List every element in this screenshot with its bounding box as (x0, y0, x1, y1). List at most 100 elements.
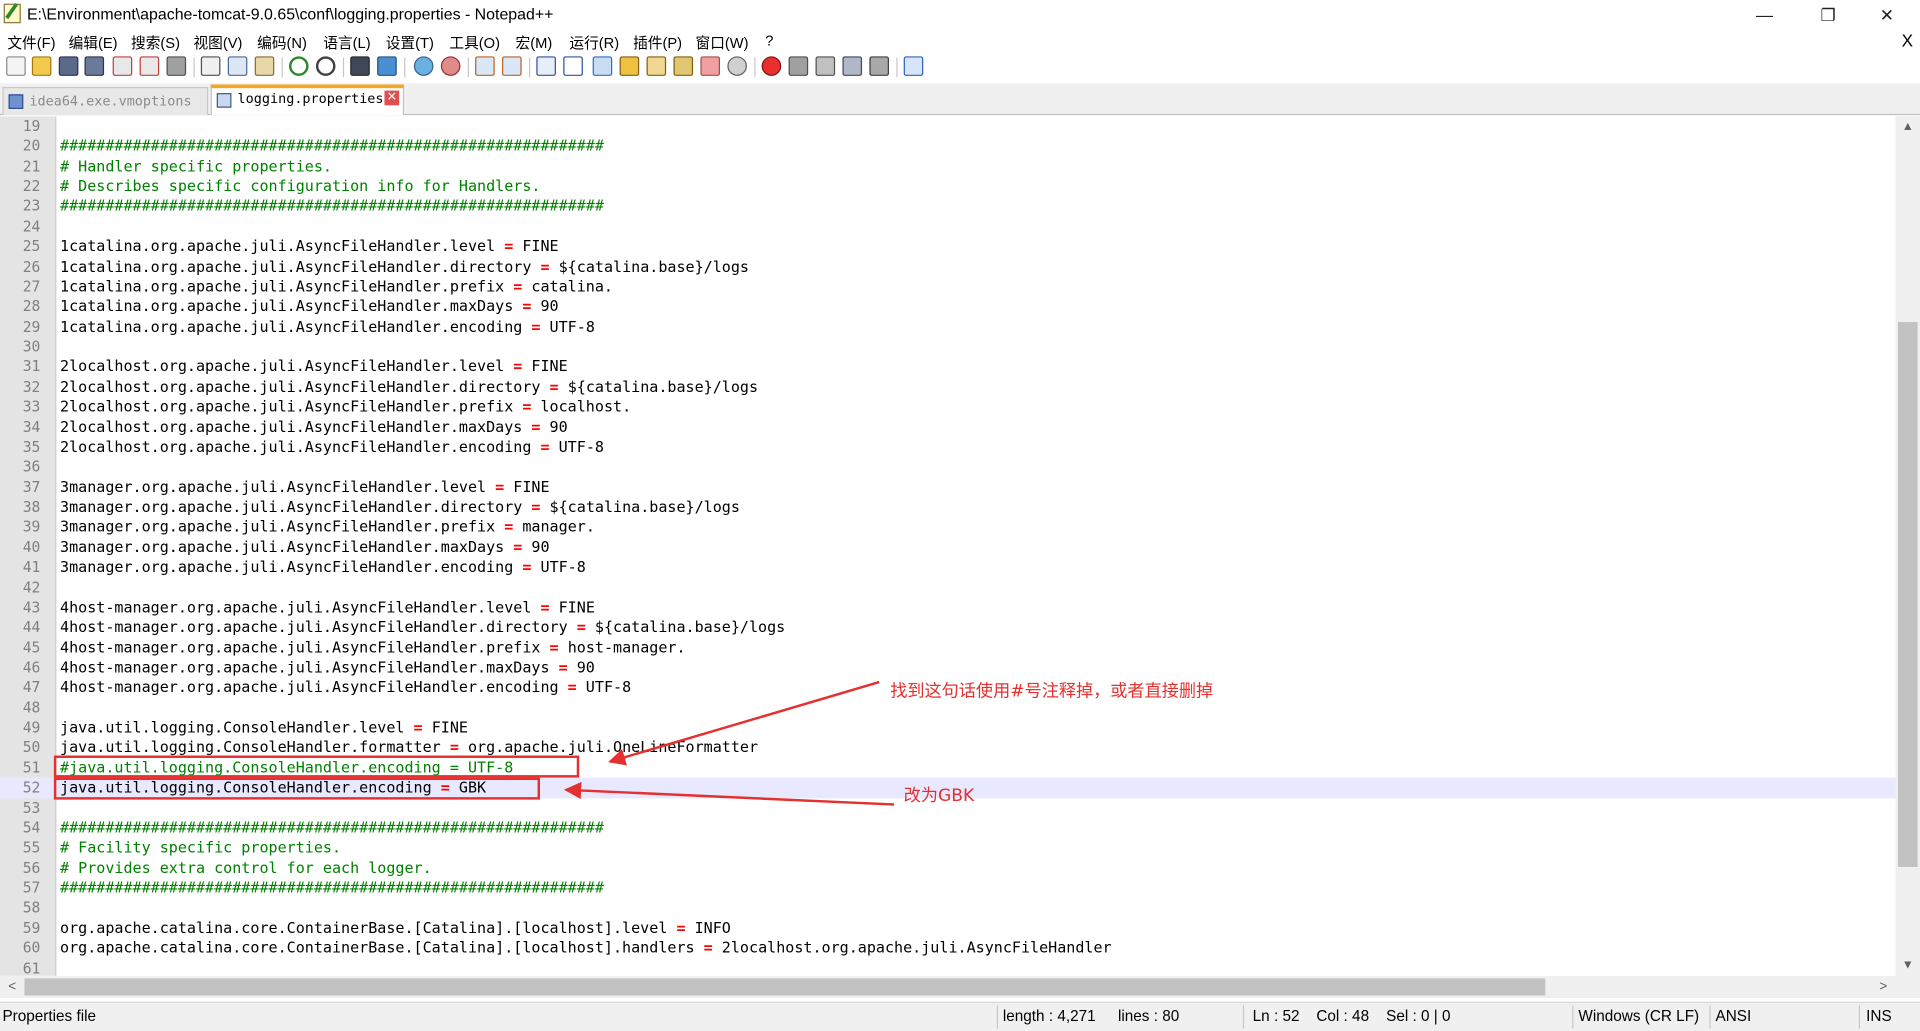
menu-window[interactable]: 窗口(W) (696, 32, 749, 53)
scroll-up-icon[interactable]: ▲ (1896, 116, 1920, 137)
menu-search[interactable]: 搜索(S) (131, 32, 180, 53)
tab-logging-properties[interactable]: logging.properties ✕ (210, 84, 405, 116)
code-line[interactable]: 24 (0, 217, 1896, 237)
menu-file[interactable]: 文件(F) (7, 32, 55, 53)
code-line[interactable]: 60 org.apache.catalina.core.ContainerBase… (0, 938, 1896, 958)
tab-close-icon[interactable]: ✕ (384, 90, 400, 106)
code-line[interactable]: 42 (0, 577, 1896, 597)
replace-icon[interactable] (377, 56, 397, 76)
menu-tools[interactable]: 工具(O) (449, 32, 500, 53)
horizontal-scroll-thumb[interactable] (24, 978, 1546, 996)
zoom-in-icon[interactable] (413, 56, 434, 76)
code-line[interactable]: 34 2localhost.org.apache.juli.AsyncFileHa… (0, 417, 1896, 437)
save-all-icon[interactable] (84, 56, 105, 76)
code-line[interactable]: 39 3manager.org.apache.juli.AsyncFileHand… (0, 517, 1896, 537)
copy-icon[interactable] (227, 56, 248, 76)
menu-plugins[interactable]: 插件(P) (633, 32, 682, 53)
code-line[interactable]: 46 4host-manager.org.apache.juli.AsyncFil… (0, 658, 1896, 678)
status-insert-mode[interactable]: INS (1866, 1008, 1892, 1025)
code-line[interactable]: 44 4host-manager.org.apache.juli.AsyncFil… (0, 617, 1896, 637)
menu-encoding[interactable]: 编码(N) (257, 32, 307, 53)
play-macro-icon[interactable] (815, 56, 836, 76)
close-window-button[interactable]: ✕ (1859, 0, 1915, 29)
code-line[interactable]: 45 4host-manager.org.apache.juli.AsyncFil… (0, 637, 1896, 657)
code-line[interactable]: 55 # Facility specific properties. (0, 838, 1896, 858)
sync-horizontal-icon[interactable] (502, 56, 522, 76)
scroll-left-icon[interactable]: < (2, 976, 22, 998)
code-line[interactable]: 35 2localhost.org.apache.juli.AsyncFileHa… (0, 437, 1896, 457)
code-line[interactable]: 23 ######################################… (0, 196, 1896, 216)
code-line[interactable]: 19 (0, 116, 1896, 136)
open-file-icon[interactable] (31, 56, 52, 76)
code-line[interactable]: 61 (0, 958, 1896, 975)
code-line[interactable]: 32 2localhost.org.apache.juli.AsyncFileHa… (0, 377, 1896, 397)
run-macro-multiple-icon[interactable] (842, 56, 863, 76)
code-line[interactable]: 21 # Handler specific properties. (0, 156, 1896, 176)
code-line[interactable]: 41 3manager.org.apache.juli.AsyncFileHand… (0, 557, 1896, 577)
print-icon[interactable] (166, 56, 187, 76)
function-list-icon[interactable] (673, 56, 694, 76)
indent-guide-icon[interactable] (592, 56, 613, 76)
document-map-icon[interactable] (646, 56, 667, 76)
menu-language[interactable]: 语言(L) (323, 32, 370, 53)
minimize-button[interactable]: — (1736, 0, 1792, 29)
code-line[interactable]: 25 1catalina.org.apache.juli.AsyncFileHan… (0, 237, 1896, 257)
scroll-down-icon[interactable]: ▼ (1896, 955, 1920, 976)
zoom-out-icon[interactable] (440, 56, 461, 76)
code-line[interactable]: 31 2localhost.org.apache.juli.AsyncFileHa… (0, 357, 1896, 377)
code-line[interactable]: 57 ######################################… (0, 878, 1896, 898)
find-icon[interactable] (350, 56, 370, 76)
code-line[interactable]: 54 ######################################… (0, 818, 1896, 838)
code-line[interactable]: 27 1catalina.org.apache.juli.AsyncFileHan… (0, 277, 1896, 297)
spell-check-icon[interactable] (903, 56, 924, 76)
stop-macro-icon[interactable] (788, 56, 809, 76)
menu-run[interactable]: 运行(R) (569, 32, 619, 53)
new-file-icon[interactable] (6, 56, 26, 76)
paste-icon[interactable] (254, 56, 275, 76)
menu-settings[interactable]: 设置(T) (386, 32, 434, 53)
monitoring-icon[interactable] (727, 56, 747, 76)
tab-idea64-vmoptions[interactable]: idea64.exe.vmoptions (2, 86, 209, 116)
menu-edit[interactable]: 编辑(E) (69, 32, 118, 53)
sync-vertical-icon[interactable] (475, 56, 495, 76)
code-line[interactable]: 36 (0, 457, 1896, 477)
folder-workspace-icon[interactable] (700, 56, 721, 76)
vertical-scroll-thumb[interactable] (1897, 322, 1918, 867)
code-line[interactable]: 30 (0, 337, 1896, 357)
close-document-button[interactable]: X (1902, 31, 1913, 51)
code-line[interactable]: 59 org.apache.catalina.core.ContainerBase… (0, 918, 1896, 938)
code-line[interactable]: 43 4host-manager.org.apache.juli.AsyncFil… (0, 597, 1896, 617)
code-line[interactable]: 22 # Describes specific configuration inf… (0, 176, 1896, 196)
vertical-scrollbar[interactable]: ▲ ▼ (1895, 116, 1920, 976)
word-wrap-icon[interactable] (536, 56, 556, 76)
record-macro-icon[interactable] (761, 56, 782, 76)
menu-view[interactable]: 视图(V) (193, 32, 242, 53)
code-line[interactable]: 58 (0, 898, 1896, 918)
show-all-characters-icon[interactable] (563, 56, 583, 76)
save-icon[interactable] (58, 56, 79, 76)
code-line[interactable]: 49 java.util.logging.ConsoleHandler.level… (0, 718, 1896, 738)
code-line[interactable]: 56 # Provides extra control for each logg… (0, 858, 1896, 878)
code-line[interactable]: 20 ######################################… (0, 136, 1896, 156)
redo-icon[interactable] (315, 56, 336, 76)
code-line[interactable]: 37 3manager.org.apache.juli.AsyncFileHand… (0, 477, 1896, 497)
maximize-button[interactable]: ❐ (1800, 0, 1856, 29)
code-editor[interactable]: 19 20 ####################################… (0, 116, 1896, 976)
scroll-right-icon[interactable]: > (1873, 976, 1893, 998)
close-all-icon[interactable] (139, 56, 160, 76)
close-file-icon[interactable] (112, 56, 133, 76)
horizontal-scrollbar[interactable]: < > (0, 975, 1896, 998)
cut-icon[interactable] (200, 56, 221, 76)
code-line[interactable]: 28 1catalina.org.apache.juli.AsyncFileHan… (0, 297, 1896, 317)
undo-icon[interactable] (288, 56, 309, 76)
code-line[interactable]: 38 3manager.org.apache.juli.AsyncFileHand… (0, 497, 1896, 517)
code-line[interactable]: 29 1catalina.org.apache.juli.AsyncFileHan… (0, 317, 1896, 337)
menu-macro[interactable]: 宏(M) (516, 32, 553, 53)
status-eol[interactable]: Windows (CR LF) (1578, 1008, 1699, 1025)
status-encoding[interactable]: ANSI (1716, 1008, 1752, 1025)
menu-help[interactable]: ? (765, 32, 773, 49)
save-macro-icon[interactable] (869, 56, 889, 76)
code-line[interactable]: 33 2localhost.org.apache.juli.AsyncFileHa… (0, 397, 1896, 417)
code-line[interactable]: 26 1catalina.org.apache.juli.AsyncFileHan… (0, 257, 1896, 277)
code-line[interactable]: 40 3manager.org.apache.juli.AsyncFileHand… (0, 537, 1896, 557)
